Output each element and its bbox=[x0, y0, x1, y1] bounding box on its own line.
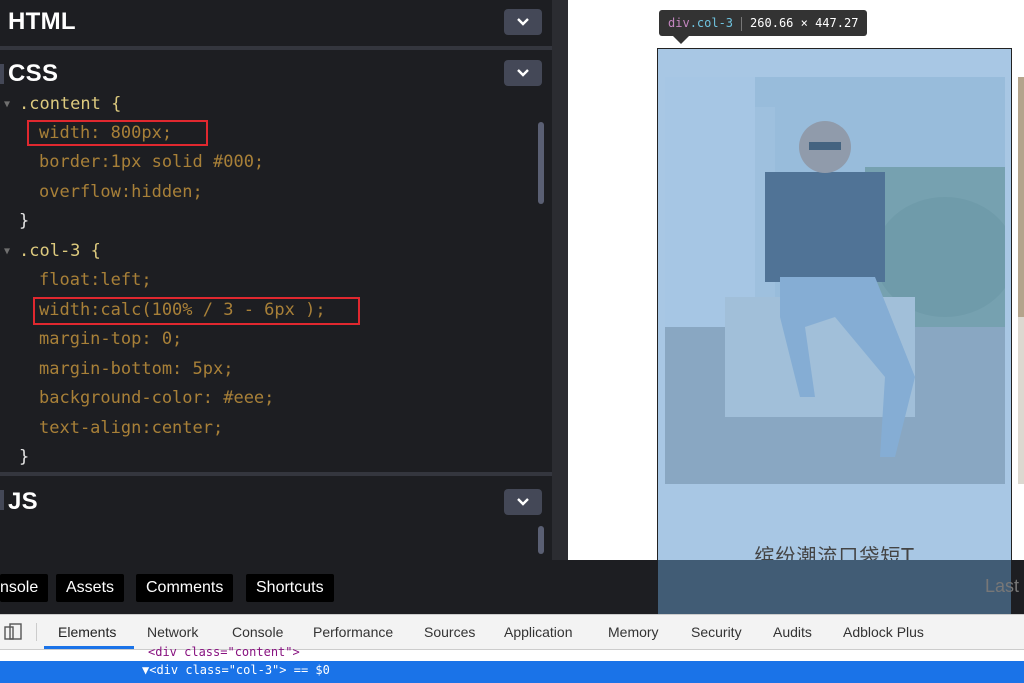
chevron-down-icon bbox=[517, 18, 529, 26]
chevron-down-icon bbox=[517, 69, 529, 77]
tab-network[interactable]: Network bbox=[147, 624, 198, 640]
panel-grip bbox=[0, 64, 4, 84]
js-code-area[interactable] bbox=[0, 522, 552, 560]
active-tab-indicator bbox=[44, 646, 134, 649]
js-collapse-button[interactable] bbox=[504, 489, 542, 515]
code-line: margin-top: 0; bbox=[39, 325, 182, 354]
code-line: } bbox=[19, 207, 29, 236]
tab-console[interactable]: Console bbox=[232, 624, 283, 640]
code-line: background-color: #eee; bbox=[39, 384, 274, 413]
js-panel-header[interactable]: JS bbox=[0, 476, 552, 522]
next-card-photo bbox=[1018, 77, 1024, 317]
tab-adblock-plus[interactable]: Adblock Plus bbox=[843, 624, 924, 640]
code-line: } bbox=[19, 443, 29, 472]
element-highlight-overlay bbox=[658, 49, 1011, 613]
close-brace: } bbox=[19, 211, 30, 231]
tooltip-class: .col-3 bbox=[689, 16, 734, 30]
code-editor: HTML CSS ▼ .content { width: 800px; borde… bbox=[0, 0, 552, 560]
decl-text-align: text-align:center; bbox=[39, 418, 224, 438]
element-tooltip: div.col-3 260.66 × 447.27 bbox=[659, 10, 868, 36]
element-highlight-overlay-bottom bbox=[658, 560, 1011, 614]
js-scrollbar[interactable] bbox=[538, 526, 544, 554]
shortcuts-button[interactable]: Shortcuts bbox=[246, 574, 334, 602]
tab-sources[interactable]: Sources bbox=[424, 624, 475, 640]
code-line: text-align:center; bbox=[39, 414, 223, 443]
panel-grip bbox=[0, 490, 4, 510]
selector-content: .content { bbox=[19, 94, 122, 114]
decl-background: background-color: #eee; bbox=[39, 388, 275, 408]
html-collapse-button[interactable] bbox=[504, 9, 542, 35]
assets-button[interactable]: Assets bbox=[56, 574, 125, 602]
tab-elements[interactable]: Elements bbox=[58, 624, 116, 640]
tooltip-tag: div bbox=[668, 16, 690, 30]
highlight-box-calc bbox=[33, 297, 360, 325]
last-saved-text: Last bbox=[985, 576, 1020, 596]
html-panel-title: HTML bbox=[8, 8, 76, 35]
decl-float: float:left; bbox=[39, 270, 152, 290]
highlight-box-width bbox=[27, 120, 208, 146]
decl-border: border:1px solid #000; bbox=[39, 152, 265, 172]
console-button[interactable]: nsole bbox=[0, 574, 49, 602]
decl-overflow: overflow:hidden; bbox=[39, 182, 203, 202]
tab-separator bbox=[36, 623, 37, 641]
tab-security[interactable]: Security bbox=[691, 624, 742, 640]
tooltip-size: 260.66 × 447.27 bbox=[750, 16, 859, 30]
css-collapse-button[interactable] bbox=[504, 60, 542, 86]
js-panel-title: JS bbox=[8, 488, 38, 515]
decl-margin-top: margin-top: 0; bbox=[39, 329, 183, 349]
tab-memory[interactable]: Memory bbox=[608, 624, 659, 640]
device-toggle-icon[interactable] bbox=[4, 623, 22, 641]
close-brace: } bbox=[19, 447, 30, 467]
css-panel-title: CSS bbox=[8, 60, 59, 87]
code-line: border:1px solid #000; bbox=[39, 148, 264, 177]
tab-performance[interactable]: Performance bbox=[313, 624, 393, 640]
devtools-panel: Elements Network Console Performance Sou… bbox=[0, 614, 1024, 683]
code-line: margin-bottom: 5px; bbox=[39, 355, 233, 384]
code-line: overflow:hidden; bbox=[39, 178, 203, 207]
html-panel-header[interactable]: HTML bbox=[0, 0, 552, 46]
dom-node-content[interactable]: <div class="content"> bbox=[148, 645, 300, 659]
css-panel-header[interactable]: CSS bbox=[0, 50, 552, 94]
code-line: float:left; bbox=[39, 266, 152, 295]
tooltip-arrow bbox=[673, 36, 689, 44]
resize-strip[interactable] bbox=[552, 0, 568, 560]
chevron-down-icon bbox=[517, 498, 529, 506]
tab-audits[interactable]: Audits bbox=[773, 624, 812, 640]
css-code-area[interactable]: ▼ .content { width: 800px; border:1px sol… bbox=[0, 94, 552, 472]
next-card-photo-lower bbox=[1018, 317, 1024, 484]
css-scrollbar[interactable] bbox=[538, 122, 544, 204]
selector-col3: .col-3 { bbox=[19, 241, 101, 261]
decl-margin-bottom: margin-bottom: 5px; bbox=[39, 359, 234, 379]
dom-node-col3[interactable]: ▼<div class="col-3"> == $0 bbox=[142, 663, 330, 677]
comments-button[interactable]: Comments bbox=[136, 574, 234, 602]
tab-application[interactable]: Application bbox=[504, 624, 573, 640]
